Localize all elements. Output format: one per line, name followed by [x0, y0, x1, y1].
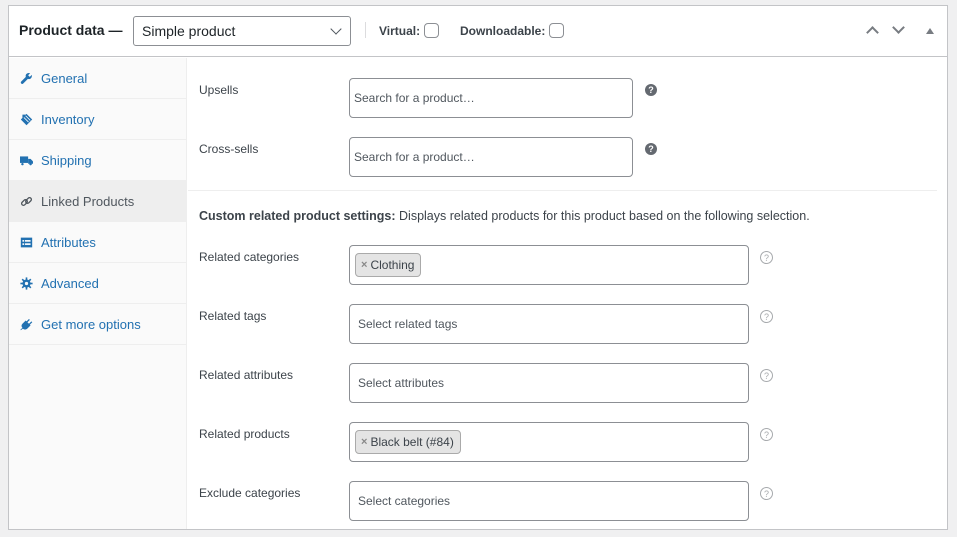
tab-advanced[interactable]: Advanced [9, 263, 186, 304]
exclude-categories-placeholder: Select categories [358, 494, 451, 508]
chip-label: Black belt (#84) [370, 435, 454, 449]
related-attributes-select[interactable]: Select attributes [349, 363, 749, 403]
tab-label: Linked Products [41, 193, 135, 209]
category-chip: × Clothing [355, 253, 422, 277]
list-card-icon [19, 235, 33, 249]
product-type-select[interactable]: Simple product [133, 16, 351, 46]
virtual-option[interactable]: Virtual: [379, 23, 440, 38]
section-divider [188, 190, 937, 191]
help-icon[interactable]: ? [760, 428, 773, 441]
related-products-label: Related products [199, 427, 290, 441]
chevron-down-icon [330, 23, 342, 35]
toggle-panel-button[interactable] [921, 22, 939, 40]
wrench-icon [19, 71, 33, 85]
downloadable-option[interactable]: Downloadable: [460, 23, 565, 38]
help-icon[interactable]: ? [760, 487, 773, 500]
tab-label: Shipping [41, 152, 92, 168]
product-chip: × Black belt (#84) [355, 430, 461, 454]
move-up-button[interactable] [864, 22, 882, 40]
exclude-categories-label: Exclude categories [199, 486, 301, 500]
virtual-label: Virtual: [379, 23, 421, 38]
custom-related-description: Custom related product settings: Display… [199, 209, 810, 223]
related-categories-select[interactable]: × Clothing [349, 245, 749, 285]
tag-icon [19, 112, 33, 126]
downloadable-label: Downloadable: [460, 23, 546, 38]
tab-shipping[interactable]: Shipping [9, 140, 186, 181]
help-icon[interactable]: ? [645, 84, 657, 96]
related-attributes-label: Related attributes [199, 368, 294, 382]
help-icon[interactable]: ? [760, 369, 773, 382]
crosssells-input[interactable]: Search for a product… [349, 137, 633, 177]
help-icon[interactable]: ? [645, 143, 657, 155]
tab-attributes[interactable]: Attributes [9, 222, 186, 263]
chevron-up-icon [866, 26, 879, 39]
upsells-placeholder: Search for a product… [354, 91, 475, 105]
tab-linked-products[interactable]: Linked Products [9, 181, 186, 222]
panel-title: Product data — [19, 22, 123, 38]
product-data-tabs: General Inventory Shipping Linked Produc… [9, 58, 187, 529]
related-attributes-placeholder: Select attributes [358, 376, 445, 390]
custom-related-heading: Custom related product settings: [199, 209, 396, 223]
upsells-label: Upsells [199, 83, 239, 97]
help-icon[interactable]: ? [760, 251, 773, 264]
header-divider [365, 22, 366, 38]
product-data-panel: Product data — Simple product Virtual: D… [8, 5, 948, 530]
move-down-button[interactable] [890, 21, 908, 40]
panel-header: Product data — Simple product Virtual: D… [9, 6, 947, 57]
remove-chip-icon[interactable]: × [361, 259, 367, 271]
custom-related-text: Displays related products for this produ… [395, 209, 810, 223]
truck-icon [19, 153, 33, 167]
tab-label: Attributes [41, 234, 96, 250]
plugin-icon [19, 317, 33, 331]
virtual-checkbox[interactable] [424, 23, 440, 38]
downloadable-checkbox[interactable] [549, 23, 565, 38]
related-tags-placeholder: Select related tags [358, 317, 458, 331]
tab-label: Advanced [41, 275, 99, 291]
product-type-value: Simple product [142, 23, 236, 39]
linked-products-content: Upsells Search for a product… ? Cross-se… [188, 58, 947, 529]
chevron-down-icon [892, 21, 905, 34]
tab-inventory[interactable]: Inventory [9, 99, 186, 140]
exclude-categories-select[interactable]: Select categories [349, 481, 749, 521]
triangle-up-icon [926, 28, 934, 34]
gear-icon [19, 276, 33, 290]
tab-label: Inventory [41, 111, 95, 127]
upsells-input[interactable]: Search for a product… [349, 78, 633, 118]
related-categories-label: Related categories [199, 250, 300, 264]
link-icon [19, 194, 33, 208]
crosssells-label: Cross-sells [199, 142, 259, 156]
related-tags-label: Related tags [199, 309, 267, 323]
crosssells-placeholder: Search for a product… [354, 150, 475, 164]
help-icon[interactable]: ? [760, 310, 773, 323]
related-tags-select[interactable]: Select related tags [349, 304, 749, 344]
tab-label: Get more options [41, 316, 141, 332]
related-products-select[interactable]: × Black belt (#84) [349, 422, 749, 462]
tab-get-more-options[interactable]: Get more options [9, 304, 186, 345]
remove-chip-icon[interactable]: × [361, 436, 367, 448]
tab-general[interactable]: General [9, 58, 186, 99]
chip-label: Clothing [370, 258, 415, 272]
tab-label: General [41, 70, 88, 86]
